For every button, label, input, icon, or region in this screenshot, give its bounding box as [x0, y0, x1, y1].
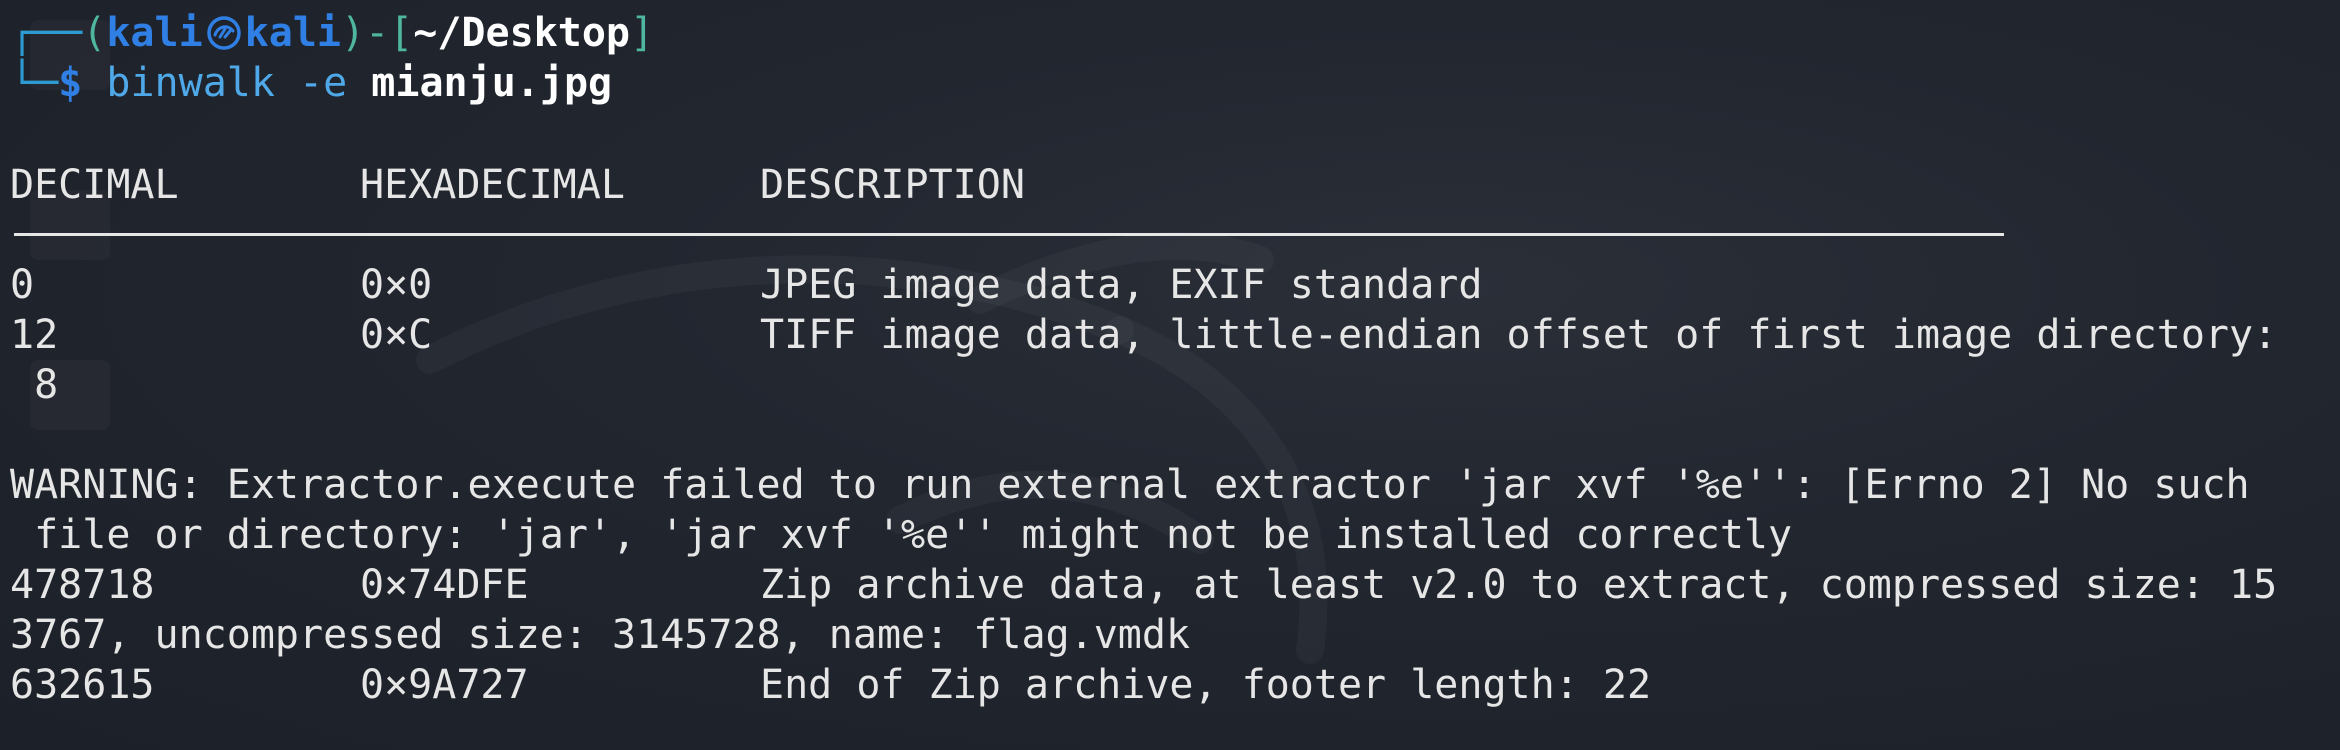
- header-divider: [14, 233, 2004, 236]
- kali-dragon-icon: [206, 16, 241, 50]
- row-description: End of Zip archive, footer length: 22: [760, 662, 1652, 708]
- prompt-close-bracket: ]: [630, 10, 655, 56]
- warning-line-2: file or directory: 'jar', 'jar xvf '%e''…: [10, 512, 1793, 558]
- row-hex: 0×9A727: [360, 662, 529, 708]
- command-argument: mianju.jpg: [371, 60, 613, 106]
- zip-wrap-text: 3767, uncompressed size: 3145728, name: …: [10, 612, 1191, 658]
- prompt-dollar: $: [58, 60, 83, 106]
- prompt-close-paren: )-[: [341, 10, 414, 56]
- header-decimal: DECIMAL: [10, 162, 179, 208]
- row-hex: 0×74DFE: [360, 562, 529, 608]
- row-decimal: 0: [10, 262, 35, 308]
- row-hex: 0×C: [360, 312, 433, 358]
- prompt-frame-top: ┌──: [10, 10, 83, 56]
- header-hexadecimal: HEXADECIMAL: [360, 162, 625, 208]
- terminal-window[interactable]: ┌──(kali kali)-[~/Desktop] └─$ binwalk -e…: [0, 0, 2340, 750]
- prompt-path: ~/Desktop: [413, 10, 630, 56]
- prompt-line-top: ┌──(kali kali)-[~/Desktop]: [10, 8, 654, 58]
- row-decimal: 632615: [10, 662, 155, 708]
- warning-line-1: WARNING: Extractor.execute failed to run…: [10, 462, 2250, 508]
- prompt-frame-bottom: └─: [10, 60, 59, 106]
- row-description: TIFF image data, little-endian offset of…: [760, 312, 2278, 358]
- row-hex: 0×0: [360, 262, 433, 308]
- prompt-user: kali: [106, 10, 203, 56]
- prompt-command-line[interactable]: └─$ binwalk -e mianju.jpg: [10, 58, 612, 108]
- header-description: DESCRIPTION: [760, 162, 1025, 208]
- row-decimal: 478718: [10, 562, 155, 608]
- prompt-host: kali: [244, 10, 341, 56]
- command-text: binwalk -e: [106, 60, 348, 106]
- row-description: Zip archive data, at least v2.0 to extra…: [760, 562, 2278, 608]
- prompt-open-paren: (: [82, 10, 107, 56]
- row-decimal: 12: [10, 312, 59, 358]
- row-wrap-text: 8: [10, 362, 59, 408]
- row-description: JPEG image data, EXIF standard: [760, 262, 1483, 308]
